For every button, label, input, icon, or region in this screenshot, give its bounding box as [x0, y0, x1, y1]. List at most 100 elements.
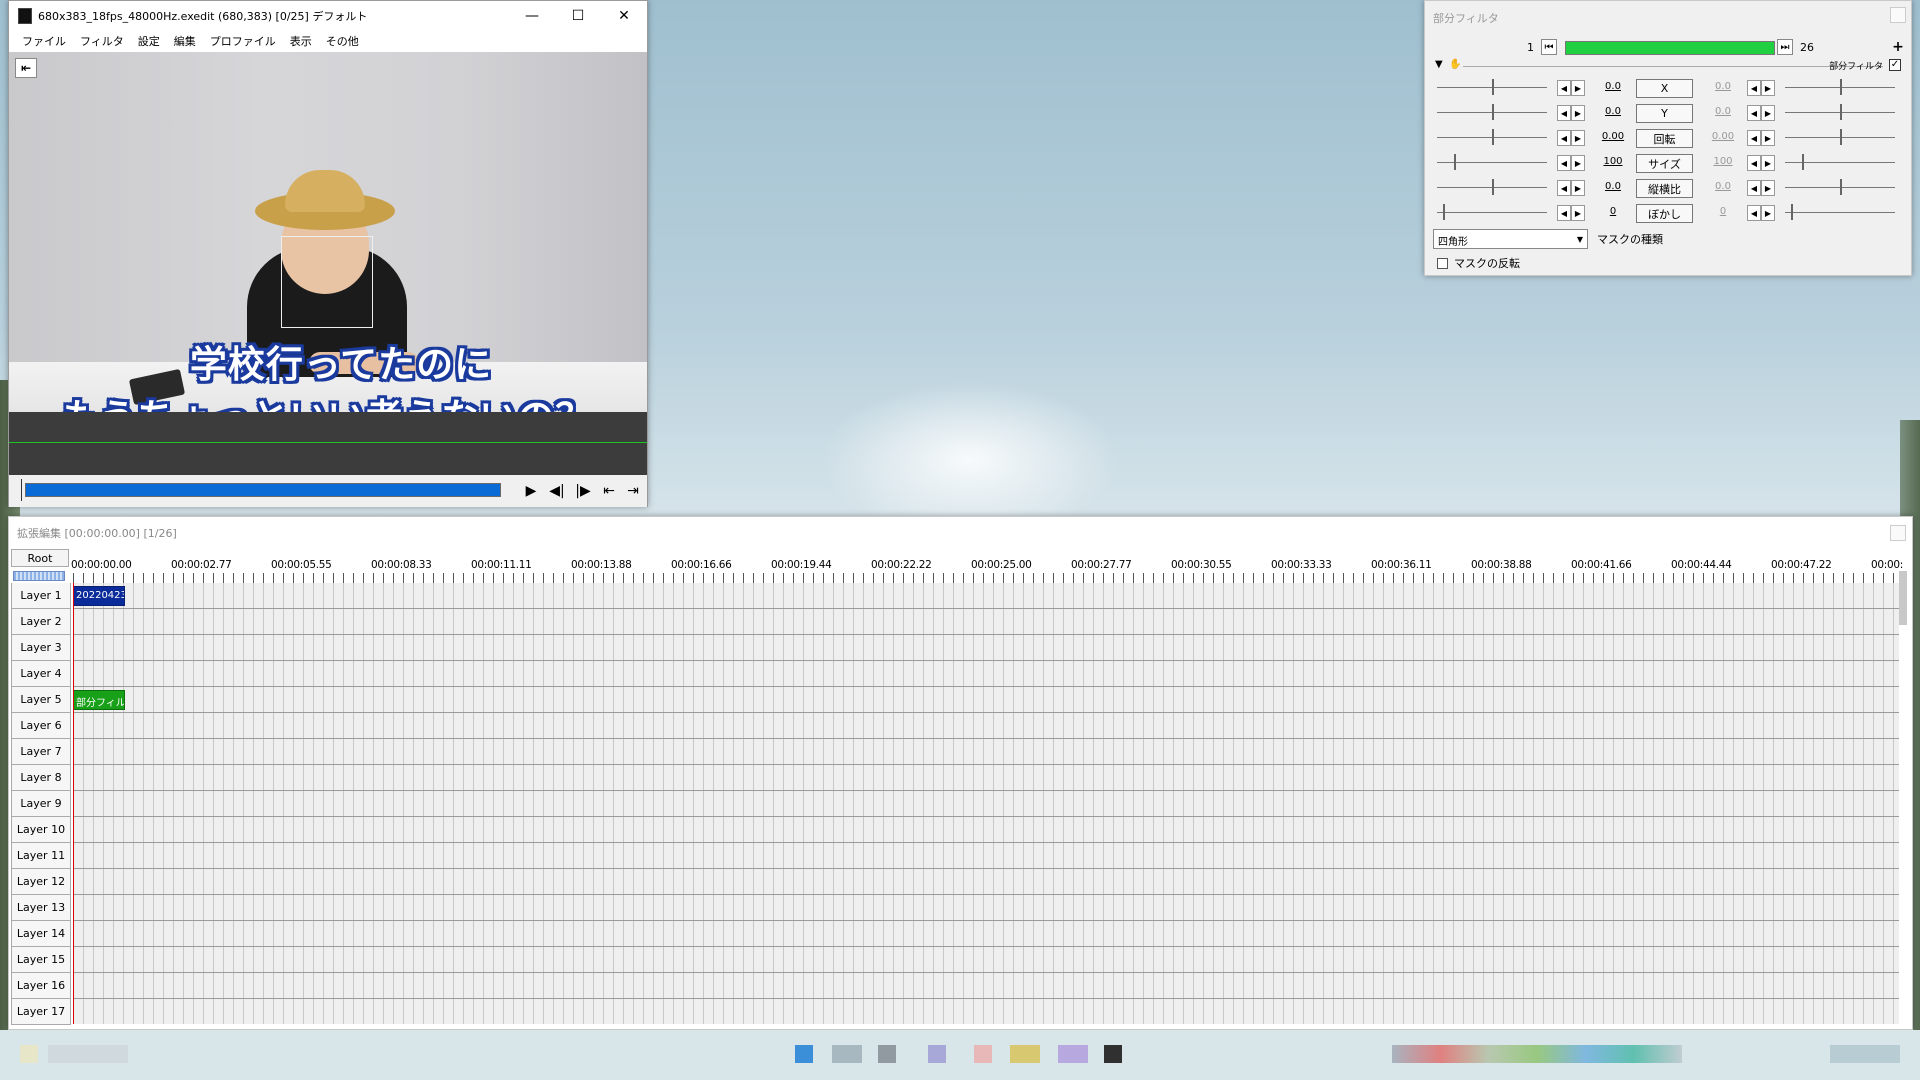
layer-header[interactable]: Layer 3	[11, 635, 71, 661]
param-name-button[interactable]: Y	[1636, 104, 1693, 123]
increment-icon[interactable]: ▶	[1761, 205, 1775, 221]
param-start-value[interactable]: 100	[1597, 156, 1629, 167]
mask-invert-row[interactable]: マスクの反転	[1437, 255, 1520, 271]
taskbar-app-icon[interactable]	[1104, 1045, 1122, 1063]
video-preview[interactable]: 学校行ってたのに もうちょっといい考えないの？ ⇤	[9, 52, 647, 412]
param-end-value[interactable]: 0	[1707, 206, 1739, 217]
param-slider-left-thumb[interactable]	[1492, 179, 1494, 195]
decrement-icon[interactable]: ◀	[1747, 80, 1761, 96]
param-start-value[interactable]: 0.00	[1597, 131, 1629, 142]
menu-file[interactable]: ファイル	[15, 33, 73, 49]
maximize-button[interactable]: ☐	[555, 1, 601, 31]
param-slider-left-thumb[interactable]	[1492, 104, 1494, 120]
rewind-icon[interactable]: ⇤	[15, 58, 37, 78]
seek-bar[interactable]	[25, 483, 501, 497]
menu-other[interactable]: その他	[319, 33, 366, 49]
param-stepper-left[interactable]: ◀ ▶	[1557, 105, 1585, 121]
param-slider-left-thumb[interactable]	[1492, 129, 1494, 145]
mask-invert-checkbox[interactable]	[1437, 257, 1448, 269]
param-slider-right-thumb[interactable]	[1840, 104, 1842, 120]
menu-view[interactable]: 表示	[283, 33, 319, 49]
param-stepper-left[interactable]: ◀ ▶	[1557, 130, 1585, 146]
add-icon[interactable]: +	[1890, 39, 1906, 55]
param-start-value[interactable]: 0.0	[1597, 81, 1629, 92]
time-ruler[interactable]: 00:00:00.00 00:00:02.77 00:00:05.55 00:00:0…	[71, 547, 1903, 583]
param-slider-right-thumb[interactable]	[1790, 204, 1793, 220]
taskbar-clock[interactable]	[1830, 1045, 1900, 1063]
param-start-value[interactable]: 0.0	[1597, 106, 1629, 117]
layer-header[interactable]: Layer 13	[11, 895, 71, 921]
increment-icon[interactable]: ▶	[1571, 180, 1585, 196]
decrement-icon[interactable]: ◀	[1747, 130, 1761, 146]
timeline-close-button[interactable]	[1890, 525, 1906, 541]
param-name-button[interactable]: X	[1636, 79, 1693, 98]
timeline-vscroll[interactable]	[1896, 547, 1910, 1025]
decrement-icon[interactable]: ◀	[1747, 205, 1761, 221]
tracks-area[interactable]: 20220423 部分フィルタ	[73, 583, 1899, 1024]
collapse-icon[interactable]: ▼	[1435, 59, 1443, 70]
frame-range-bar[interactable]	[1565, 41, 1775, 55]
taskbar-start-icon[interactable]	[20, 1045, 38, 1063]
close-button[interactable]: ✕	[601, 1, 647, 31]
decrement-icon[interactable]: ◀	[1557, 130, 1571, 146]
taskbar-app-icon[interactable]	[795, 1045, 813, 1063]
param-stepper-right[interactable]: ◀ ▶	[1747, 80, 1775, 96]
menu-filter[interactable]: フィルタ	[73, 33, 131, 49]
taskbar-app-icon[interactable]	[878, 1045, 896, 1063]
param-slider-left-thumb[interactable]	[1453, 154, 1456, 170]
next-keyframe-icon[interactable]: ⏭	[1777, 39, 1793, 55]
layer-header[interactable]: Layer 6	[11, 713, 71, 739]
playhead[interactable]	[73, 583, 74, 1024]
menu-settings[interactable]: 設定	[131, 33, 167, 49]
layer-header[interactable]: Layer 17	[11, 999, 71, 1025]
panel-close-button[interactable]	[1890, 7, 1906, 23]
increment-icon[interactable]: ▶	[1571, 205, 1585, 221]
mask-type-select[interactable]: 四角形 ▼	[1433, 229, 1588, 249]
param-stepper-left[interactable]: ◀ ▶	[1557, 180, 1585, 196]
param-stepper-right[interactable]: ◀ ▶	[1747, 105, 1775, 121]
param-end-value[interactable]: 0.0	[1707, 106, 1739, 117]
title-bar[interactable]: 680x383_18fps_48000Hz.exedit (680,383) […	[9, 1, 647, 31]
clip-partial-filter[interactable]: 部分フィルタ	[73, 690, 125, 710]
param-slider-left[interactable]	[1437, 212, 1547, 213]
taskbar-app-icon[interactable]	[974, 1045, 992, 1063]
taskbar-search-box[interactable]	[48, 1045, 128, 1063]
taskbar-app-icon[interactable]	[832, 1045, 862, 1063]
layer-header[interactable]: Layer 7	[11, 739, 71, 765]
param-start-value[interactable]: 0	[1597, 206, 1629, 217]
increment-icon[interactable]: ▶	[1761, 105, 1775, 121]
decrement-icon[interactable]: ◀	[1747, 155, 1761, 171]
param-slider-right[interactable]	[1785, 212, 1895, 213]
hand-icon[interactable]: ✋	[1449, 59, 1461, 70]
increment-icon[interactable]: ▶	[1571, 155, 1585, 171]
param-stepper-left[interactable]: ◀ ▶	[1557, 205, 1585, 221]
zoom-slider[interactable]	[13, 571, 65, 581]
timeline-vscroll-thumb[interactable]	[1899, 571, 1907, 625]
layer-header[interactable]: Layer 1	[11, 583, 71, 609]
decrement-icon[interactable]: ◀	[1747, 180, 1761, 196]
go-end-button[interactable]: ⇥	[621, 479, 645, 503]
param-name-button[interactable]: 回転	[1636, 129, 1693, 148]
layer-header[interactable]: Layer 14	[11, 921, 71, 947]
param-stepper-right[interactable]: ◀ ▶	[1747, 205, 1775, 221]
increment-icon[interactable]: ▶	[1571, 105, 1585, 121]
menu-edit[interactable]: 編集	[167, 33, 203, 49]
increment-icon[interactable]: ▶	[1571, 80, 1585, 96]
increment-icon[interactable]: ▶	[1761, 155, 1775, 171]
param-end-value[interactable]: 100	[1707, 156, 1739, 167]
decrement-icon[interactable]: ◀	[1747, 105, 1761, 121]
layer-header[interactable]: Layer 9	[11, 791, 71, 817]
clip-video-object[interactable]: 20220423	[73, 586, 125, 606]
param-slider-right-thumb[interactable]	[1840, 179, 1842, 195]
param-stepper-right[interactable]: ◀ ▶	[1747, 180, 1775, 196]
taskbar-app-icon[interactable]	[1010, 1045, 1040, 1063]
menu-profile[interactable]: プロファイル	[203, 33, 283, 49]
layer-header[interactable]: Layer 11	[11, 843, 71, 869]
prev-frame-button[interactable]: ◀|	[545, 479, 569, 503]
prev-keyframe-icon[interactable]: ⏮	[1541, 39, 1557, 55]
increment-icon[interactable]: ▶	[1761, 130, 1775, 146]
param-start-value[interactable]: 0.0	[1597, 181, 1629, 192]
layer-header[interactable]: Layer 2	[11, 609, 71, 635]
decrement-icon[interactable]: ◀	[1557, 105, 1571, 121]
param-name-button[interactable]: 縦横比	[1636, 179, 1693, 198]
